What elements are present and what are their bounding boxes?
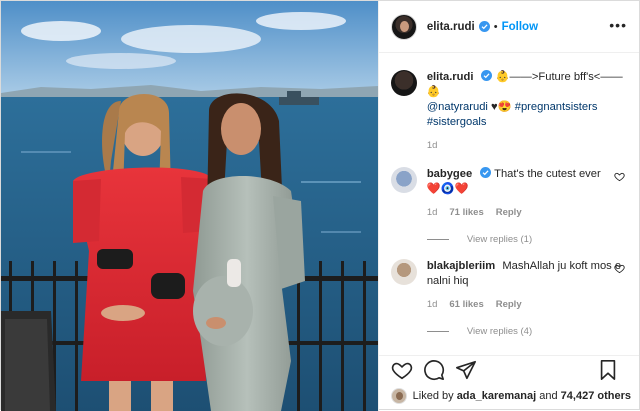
baby-emoji-icon: 👶 xyxy=(495,71,510,83)
caption-row: elita.rudi 👶——>Future bff's<—— 👶 @natyra… xyxy=(390,70,627,153)
reply-button[interactable]: Reply xyxy=(496,297,522,312)
follow-button[interactable]: Follow xyxy=(502,21,538,33)
post-actions-bar xyxy=(378,355,639,383)
comment-emojis-icon: ❤️🧿❤️ xyxy=(426,183,469,195)
comment-like-heart-icon[interactable] xyxy=(614,263,625,274)
bookmark-icon[interactable] xyxy=(597,359,619,381)
caption-username[interactable]: elita.rudi xyxy=(427,71,474,83)
likes-prefix: Liked by xyxy=(412,390,454,402)
author-avatar[interactable] xyxy=(390,13,417,40)
comment-avatar[interactable] xyxy=(390,259,417,285)
heart-emoji-icon: ♥ xyxy=(491,101,498,113)
liker-avatar[interactable] xyxy=(390,388,407,404)
comment-time: 1d xyxy=(426,299,438,310)
verified-badge-icon xyxy=(478,21,490,32)
comments-list: elita.rudi 👶——>Future bff's<—— 👶 @natyra… xyxy=(379,54,639,355)
caption-mention[interactable]: @natyrarudi xyxy=(427,101,488,113)
liker-username[interactable]: ada_karemanaj xyxy=(457,390,537,402)
comment-like-heart-icon[interactable] xyxy=(614,171,625,182)
verified-badge-icon xyxy=(480,167,492,178)
comment-likes[interactable]: 61 likes xyxy=(449,297,483,312)
heart-icon[interactable] xyxy=(391,359,413,381)
comment-likes[interactable]: 71 likes xyxy=(449,205,483,220)
caption-text: ——>Future bff's<—— xyxy=(509,71,623,83)
comment-row: babygee That's the cutest ever ❤️🧿❤️ 1d … xyxy=(390,167,627,220)
caption-body: elita.rudi 👶——>Future bff's<—— 👶 @natyra… xyxy=(427,70,623,153)
author-username[interactable]: elita.rudi xyxy=(427,21,475,33)
view-replies-button[interactable]: View replies (4) xyxy=(426,326,627,337)
caption-time: 1d xyxy=(426,140,438,151)
verified-badge-icon xyxy=(481,70,493,81)
post-side-panel: elita.rudi • Follow ••• elita.rudi 👶——>F… xyxy=(377,1,639,411)
comment-time: 1d xyxy=(426,207,438,218)
comment-row: blakajbleriim MashAllah ju koft mos e na… xyxy=(390,259,627,312)
view-replies-button[interactable]: View replies (1) xyxy=(426,234,627,245)
comment-icon[interactable] xyxy=(423,359,445,381)
heart-eyes-emoji-icon: 😍 xyxy=(497,101,512,113)
likes-and: and xyxy=(539,390,558,402)
comment-meta: 1d 61 likes Reply xyxy=(427,297,623,312)
share-icon[interactable] xyxy=(455,359,477,381)
instagram-post: elita.rudi • Follow ••• elita.rudi 👶——>F… xyxy=(0,0,640,411)
comment-avatar[interactable] xyxy=(390,167,417,193)
caption-hashtag-sistergoals[interactable]: #sistergoals xyxy=(427,116,487,128)
caption-meta: 1d xyxy=(427,138,623,153)
reply-button[interactable]: Reply xyxy=(496,205,522,220)
comment-body: blakajbleriim MashAllah ju koft mos e na… xyxy=(427,259,623,312)
comment-username[interactable]: blakajbleriim xyxy=(427,260,495,272)
post-header: elita.rudi • Follow ••• xyxy=(378,1,639,53)
photo-two-women-by-sea xyxy=(1,1,378,411)
more-icon[interactable]: ••• xyxy=(609,17,627,33)
comment-text: That's the cutest ever xyxy=(494,168,601,180)
post-photo[interactable] xyxy=(1,1,378,411)
comment-meta: 1d 71 likes Reply xyxy=(427,205,623,220)
baby-emoji-icon: 👶 xyxy=(426,86,441,98)
header-separator: • xyxy=(493,20,498,33)
caption-avatar[interactable] xyxy=(390,70,417,96)
caption-hashtag-pregnantsisters[interactable]: #pregnantsisters xyxy=(515,101,598,113)
likes-others-count[interactable]: 74,427 others xyxy=(561,390,631,402)
comment-body: babygee That's the cutest ever ❤️🧿❤️ 1d … xyxy=(427,167,623,220)
likes-line: Liked by ada_karemanaj and 74,427 others xyxy=(390,387,631,405)
comment-username[interactable]: babygee xyxy=(427,168,472,180)
